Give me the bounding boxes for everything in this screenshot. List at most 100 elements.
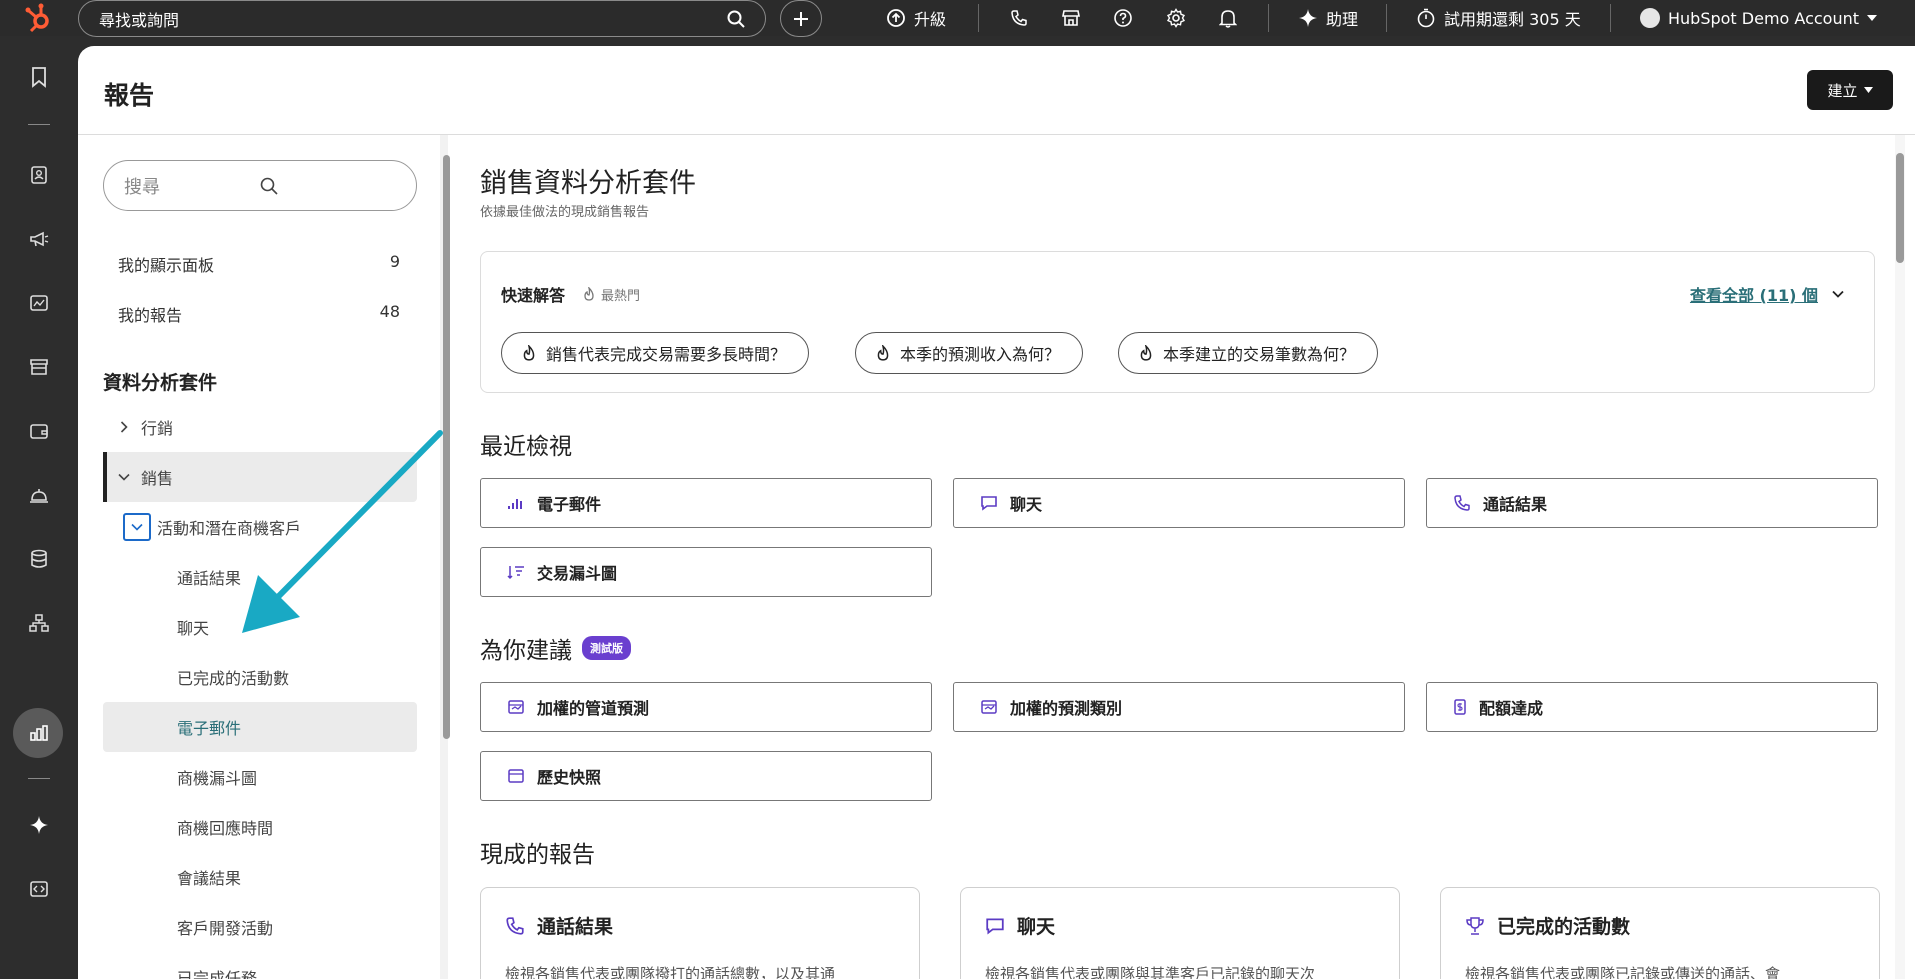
chevron-down-icon [117,470,131,484]
timer-icon [1416,8,1436,28]
caret-down-icon [1863,87,1873,93]
recent-tile-label: 通話結果 [1483,495,1548,514]
suggested-tile-quota-attainment[interactable]: 配額達成 [1426,682,1878,732]
quota-icon [1453,699,1467,715]
sidebar-item-call-outcomes[interactable]: 通話結果 [103,552,417,602]
sidebar-item-prospecting-activities[interactable]: 客戶開發活動 [103,902,417,952]
plus-icon [793,11,809,27]
workflows-icon[interactable] [28,612,50,634]
forecast-icon [980,699,998,715]
sidebar-item-completed-tasks[interactable]: 已完成任務 [103,952,417,979]
quick-answer-pill[interactable]: 銷售代表完成交易需要多長時間？ [501,332,810,374]
ai-sparkle-icon[interactable] [28,814,50,836]
hubspot-logo-icon[interactable] [24,2,54,34]
rail-divider [28,778,50,779]
topbar-divider [1386,4,1387,32]
suggested-tile-weighted-forecast-category[interactable]: 加權的預測類別 [953,682,1405,732]
sidebar-search-input[interactable]: 搜尋 [103,160,417,211]
report-card-chats[interactable]: 聊天 檢視各銷售代表或團隊與其準客戶已記錄的聊天次 [960,887,1400,979]
calendar-icon [507,768,525,784]
report-card-title: 已完成的活動數 [1497,916,1631,938]
recently-viewed-heading: 最近檢視 [480,427,572,461]
reporting-bar-chart-icon[interactable] [28,722,50,744]
forecast-icon [507,699,525,715]
view-all-answers-link[interactable]: 查看全部 (11) 個 [1690,282,1844,306]
search-icon[interactable] [727,10,745,28]
trial-status-button[interactable]: 試用期還剩 305 天 [1416,0,1581,36]
reports-content: 銷售資料分析套件 依據最佳做法的現成銷售報告 快速解答 最熱門 查看全部 (11… [448,135,1905,979]
recent-tile-label: 聊天 [1010,495,1043,514]
developer-code-icon[interactable] [28,878,50,900]
tree-item-marketing[interactable]: 行銷 [103,402,417,452]
database-icon[interactable] [28,548,50,570]
quick-answers-panel: 快速解答 最熱門 查看全部 (11) 個 銷售代表完成交易需要多長時間？ 本季的… [480,251,1875,393]
suggested-tile-weighted-pipeline-forecast[interactable]: 加權的管道預測 [480,682,932,732]
report-card-title: 通話結果 [537,916,614,938]
service-bell-icon[interactable] [28,484,50,506]
help-icon[interactable] [1112,7,1134,29]
settings-gear-icon[interactable] [1165,7,1187,29]
recent-tile-deal-funnel[interactable]: 交易漏斗圖 [480,547,932,597]
trial-label: 試用期還剩 305 天 [1444,10,1581,29]
upgrade-label: 升級 [914,10,947,29]
my-reports-link[interactable]: 我的報告 48 [118,302,400,326]
email-chart-icon [507,496,525,510]
report-card-call-outcomes[interactable]: 通話結果 檢視各銷售代表或團隊撥打的通話總數，以及其通 [480,887,920,979]
quick-answer-pill[interactable]: 本季的預測收入為何？ [855,332,1084,374]
avatar [1640,8,1660,28]
report-card-header: 通話結果 [505,912,895,939]
suite-subtitle: 依據最佳做法的現成銷售報告 [480,205,650,220]
chat-icon [980,495,998,511]
sidebar-item-completed-activities[interactable]: 已完成的活動數 [103,652,417,702]
sidebar-item-meeting-outcomes[interactable]: 會議結果 [103,852,417,902]
wallet-icon[interactable] [28,420,50,442]
topbar-divider [1268,4,1269,32]
sidebar-item-lead-funnel[interactable]: 商機漏斗圖 [103,752,417,802]
create-button[interactable]: 建立 [1807,70,1893,110]
tree-item-activities-leads-label: 活動和潛在商機客戶 [157,519,302,538]
content-scrollbar-thumb[interactable] [1896,153,1904,263]
phone-icon[interactable] [1008,7,1030,29]
recent-tile-chats[interactable]: 聊天 [953,478,1405,528]
global-search-input[interactable]: 尋找或詢問 [78,0,766,37]
marketplace-icon[interactable] [1060,7,1082,29]
global-search-placeholder: 尋找或詢問 [99,10,180,30]
quick-answer-label: 本季的預測收入為何？ [900,345,1061,364]
search-icon[interactable] [260,177,396,195]
beta-badge: 測試版 [582,636,631,660]
contacts-icon[interactable] [28,164,50,186]
upgrade-button[interactable]: 升級 [886,0,946,36]
sidebar-item-emails[interactable]: 電子郵件 [103,702,417,752]
tree-item-activities-leads[interactable]: 活動和潛在商機客戶 [103,502,417,552]
suggested-tile-label: 加權的預測類別 [1010,699,1123,718]
bookmark-icon[interactable] [28,66,50,88]
quick-create-button[interactable] [780,0,822,37]
flame-icon [522,345,536,361]
assistant-label: 助理 [1326,10,1359,29]
sidebar-item-chats[interactable]: 聊天 [103,602,417,652]
account-menu[interactable]: HubSpot Demo Account [1640,0,1878,36]
recent-tile-label: 電子郵件 [537,495,602,514]
my-dashboards-link[interactable]: 我的顯示面板 9 [118,252,400,276]
assistant-button[interactable]: 助理 [1298,0,1358,36]
tree-item-sales[interactable]: 銷售 [103,452,417,502]
left-navigation-rail [0,36,78,979]
quick-answer-pill[interactable]: 本季建立的交易筆數為何？ [1118,332,1379,374]
notifications-bell-icon[interactable] [1217,7,1239,29]
sidebar-item-lead-response-time[interactable]: 商機回應時間 [103,802,417,852]
content-icon[interactable] [28,292,50,314]
marketing-megaphone-icon[interactable] [28,228,50,250]
report-card-description: 檢視各銷售代表或團隊撥打的通話總數，以及其通 [505,965,836,979]
reports-sidebar: 搜尋 我的顯示面板 9 我的報告 48 資料分析套件 行銷 銷售 活動和潛在商機… [78,135,450,979]
chevron-down-icon[interactable] [123,513,151,541]
report-card-completed-activities[interactable]: 已完成的活動數 檢視各銷售代表或團隊已記錄或傳送的通話、會 [1440,887,1880,979]
top-navigation-bar: 尋找或詢問 升級 助理 試用期還剩 305 天 HubSpot Demo Acc… [0,0,1915,37]
recent-tile-call-outcomes[interactable]: 通話結果 [1426,478,1878,528]
recent-tile-emails[interactable]: 電子郵件 [480,478,932,528]
call-icon [505,916,525,936]
main-panel: 報告 建立 搜尋 我的顯示面板 9 我的報告 48 資料分析套件 行銷 銷售 活… [78,46,1915,979]
chevron-down-icon [1832,290,1844,298]
suggested-tile-historical-snapshot[interactable]: 歷史快照 [480,751,932,801]
commerce-store-icon[interactable] [28,356,50,378]
suite-title: 銷售資料分析套件 [480,168,696,199]
